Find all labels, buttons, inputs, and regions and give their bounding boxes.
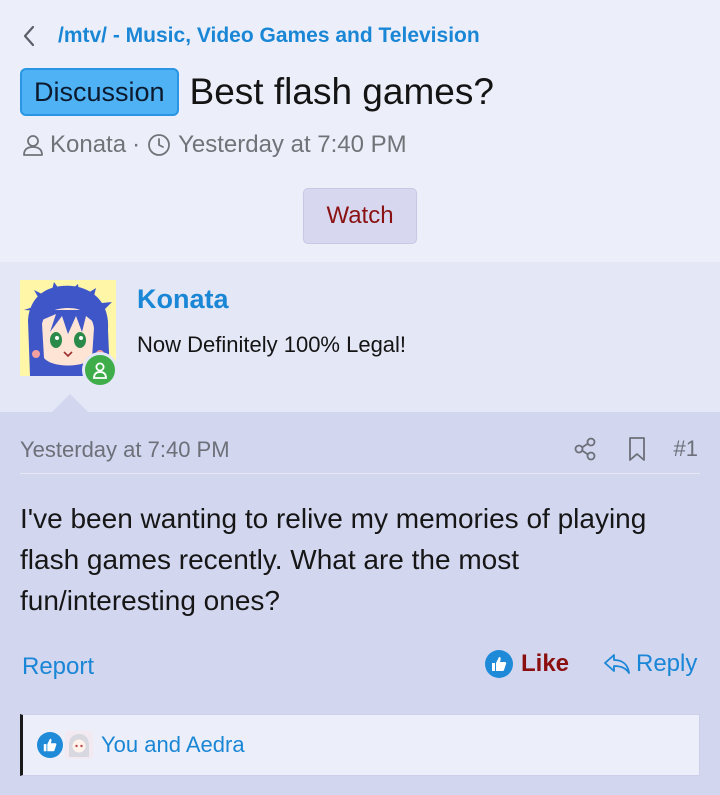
thumbs-up-icon — [485, 650, 513, 678]
post-divider — [20, 473, 700, 474]
page-title: Best flash games? — [189, 71, 494, 112]
watch-button[interactable]: Watch — [303, 188, 417, 244]
post-number-link[interactable]: #1 — [674, 436, 698, 462]
like-reaction-icon — [37, 732, 63, 758]
share-icon[interactable] — [570, 434, 600, 464]
user-icon — [20, 132, 46, 158]
prefix-badge: Discussion — [20, 68, 179, 116]
bookmark-icon[interactable] — [622, 434, 652, 464]
meta-separator: · — [132, 131, 141, 158]
reactions-link[interactable]: You and Aedra — [101, 732, 245, 758]
message-pointer — [52, 394, 88, 412]
like-button[interactable]: Like — [485, 650, 569, 678]
online-status-icon — [82, 352, 118, 388]
reactor-avatar — [65, 731, 93, 759]
thread-header: /mtv/ - Music, Video Games and Televisio… — [0, 0, 720, 262]
like-label[interactable]: Like — [521, 650, 569, 678]
breadcrumb-forum-link[interactable]: /mtv/ - Music, Video Games and Televisio… — [58, 24, 480, 48]
user-title: Now Definitely 100% Legal! — [137, 332, 407, 357]
thread-title-row: Discussion Best flash games? — [20, 68, 494, 116]
reactions-bar[interactable]: You and Aedra — [20, 714, 700, 776]
report-link[interactable]: Report — [22, 653, 94, 681]
thread-date[interactable]: Yesterday at 7:40 PM — [178, 131, 407, 159]
thread-author-link[interactable]: Konata — [50, 131, 126, 159]
chevron-left-icon[interactable] — [22, 22, 44, 50]
post-user-block: Konata Now Definitely 100% Legal! — [0, 262, 720, 412]
clock-icon — [146, 132, 172, 158]
post-tools: #1 — [548, 434, 698, 464]
thread-meta: Konata · Yesterday at 7:40 PM — [20, 131, 407, 159]
reply-label[interactable]: Reply — [636, 650, 697, 678]
post-date[interactable]: Yesterday at 7:40 PM — [20, 437, 230, 463]
post-username[interactable]: Konata — [137, 284, 229, 315]
reply-button[interactable]: Reply — [602, 650, 697, 678]
post-body: I've been wanting to relive my memories … — [20, 503, 647, 616]
reply-icon — [602, 650, 632, 678]
breadcrumb[interactable]: /mtv/ - Music, Video Games and Televisio… — [22, 22, 480, 50]
post-message: Yesterday at 7:40 PM #1 I've been wantin… — [0, 412, 720, 795]
